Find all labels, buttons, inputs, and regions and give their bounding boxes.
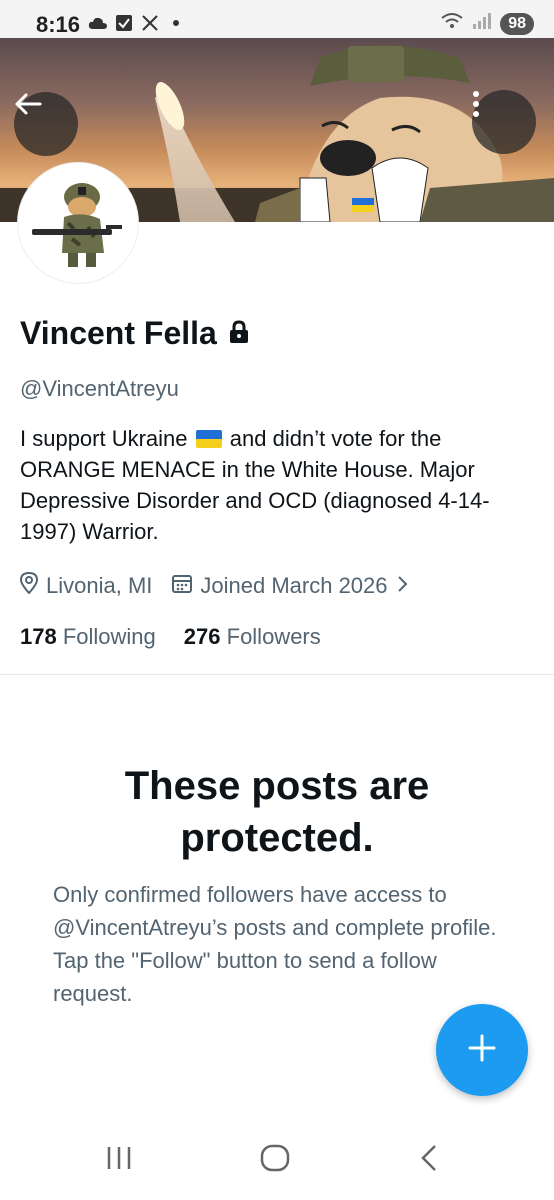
protected-title: These posts are protected. — [124, 764, 430, 860]
divider — [0, 674, 554, 675]
bio-text-start: I support Ukraine — [20, 426, 188, 451]
dot-icon — [166, 13, 186, 33]
profile-meta: Livonia, MI Joined March 2026 — [19, 571, 428, 600]
home-button[interactable] — [250, 1140, 300, 1180]
ukraine-flag-icon — [195, 430, 222, 448]
profile-handle: @VincentAtreyu — [20, 376, 179, 401]
followers-count: 276 — [183, 624, 221, 649]
status-icons-right: 98 — [440, 12, 534, 35]
chevron-left-icon — [420, 1144, 438, 1177]
system-back-button[interactable] — [404, 1140, 454, 1180]
following-link[interactable]: 178 Following — [20, 624, 156, 650]
avatar[interactable] — [18, 163, 138, 283]
battery-indicator: 98 — [500, 12, 534, 35]
joined-text: Joined March 2026 — [200, 573, 388, 598]
more-options-button[interactable] — [472, 90, 536, 154]
display-name-text: Vincent Fella — [20, 315, 217, 351]
following-count: 178 — [20, 624, 57, 649]
home-icon — [260, 1144, 290, 1177]
cloud-icon — [88, 13, 108, 33]
x-logo-icon — [140, 13, 160, 33]
avatar-image — [22, 167, 134, 279]
recent-apps-button[interactable] — [94, 1140, 144, 1180]
plus-icon — [468, 1034, 496, 1067]
status-icons-left — [88, 13, 186, 33]
recent-apps-icon — [105, 1145, 133, 1176]
status-time: 8:16 — [36, 12, 81, 37]
follow-stats: 178 Following 276 Followers — [20, 624, 321, 650]
followers-link[interactable]: 276 Followers — [184, 624, 321, 650]
calendar-icon — [172, 573, 193, 599]
wifi-icon — [440, 12, 464, 35]
followers-label: Followers — [226, 624, 321, 649]
check-box-icon — [114, 13, 134, 33]
protected-body: Only confirmed followers have access to … — [53, 882, 497, 1006]
location-pin-icon — [19, 571, 39, 600]
location-text: Livonia, MI — [46, 573, 153, 598]
system-nav-bar — [0, 1120, 554, 1200]
joined-date[interactable]: Joined March 2026 — [172, 573, 407, 599]
display-name: Vincent Fella — [20, 315, 249, 352]
compose-button[interactable] — [436, 1004, 528, 1096]
signal-icon — [472, 12, 492, 35]
profile-bio: I support Ukraine and didn’t vote for th… — [20, 423, 540, 547]
following-label: Following — [62, 624, 156, 649]
location: Livonia, MI — [19, 571, 153, 600]
lock-icon — [229, 315, 249, 352]
back-button[interactable] — [14, 92, 78, 156]
chevron-right-icon — [396, 573, 408, 599]
